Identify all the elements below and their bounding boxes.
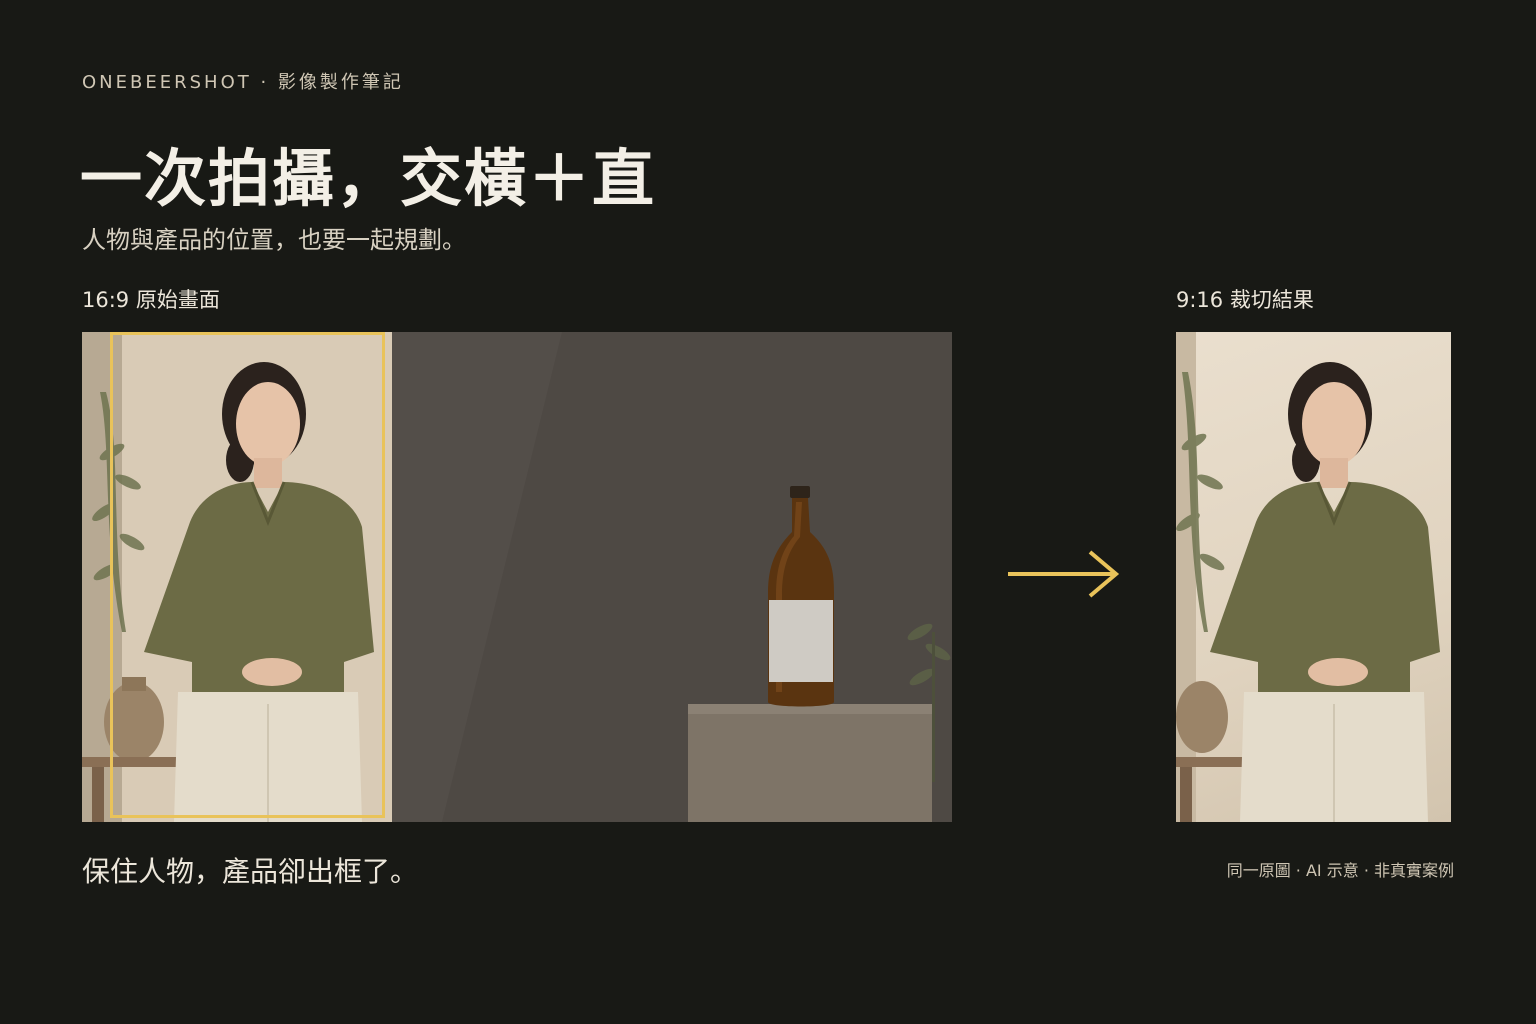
page-title: 一次拍攝，交橫＋直 (80, 142, 657, 215)
cropped-9x16-image (1176, 332, 1451, 822)
cropped-frame-label: 9:16 裁切結果 (1176, 288, 1314, 312)
page-subtitle: 人物與產品的位置，也要一起規劃。 (82, 226, 466, 254)
original-16x9-image (82, 332, 952, 822)
disclaimer-note: 同一原圖 · AI 示意 · 非真實案例 (1226, 861, 1454, 880)
original-frame-label: 16:9 原始畫面 (82, 288, 220, 312)
wooden-pedestal (688, 704, 932, 822)
arrow-right-icon (1004, 548, 1124, 612)
brand-eyebrow: ONEBEERSHOT · 影像製作筆記 (82, 72, 404, 93)
original-frame-caption: 保住人物，產品卻出框了。 (82, 855, 419, 888)
